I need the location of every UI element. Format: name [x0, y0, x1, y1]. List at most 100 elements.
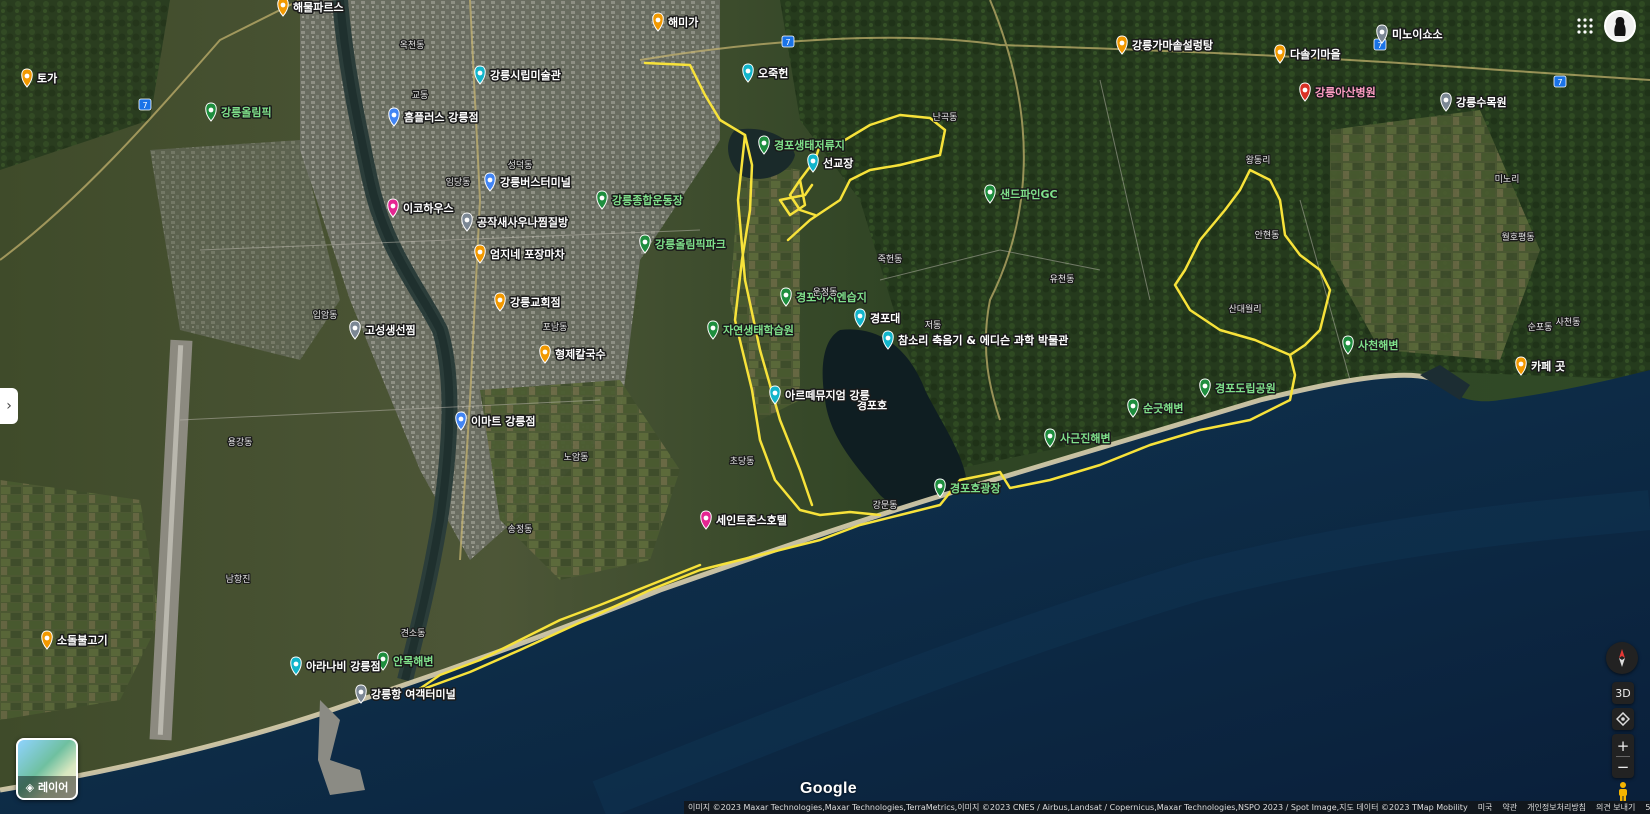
- district-label: 죽헌동: [878, 254, 903, 265]
- my-location-button[interactable]: [1612, 708, 1634, 730]
- district-label: 노암동: [564, 451, 589, 463]
- pin-center-dot: [937, 483, 943, 489]
- pin-center-dot: [987, 189, 993, 195]
- 3d-toggle-button[interactable]: 3D: [1612, 682, 1634, 704]
- pin-center-dot: [542, 349, 548, 355]
- district-label: 순포동: [1528, 322, 1553, 333]
- poi-label: 안목해변: [393, 654, 433, 668]
- apps-grid-icon[interactable]: [1574, 15, 1596, 37]
- poi-label: 엄지네 포장마차: [490, 247, 566, 261]
- poi-label: 경포호광장: [950, 481, 1001, 495]
- layer-button[interactable]: ◈ 레이어: [16, 738, 78, 800]
- terms-link[interactable]: 약관: [1502, 802, 1517, 813]
- map-poi[interactable]: 선교장: [807, 153, 855, 173]
- pin-center-dot: [477, 249, 483, 255]
- pin-center-dot: [599, 195, 605, 201]
- street-view-pegman[interactable]: [1612, 780, 1634, 802]
- pin-center-dot: [655, 17, 661, 23]
- district-label: 유천동: [1050, 274, 1075, 285]
- district-label: 견소동: [401, 627, 426, 639]
- locate-icon: [1616, 712, 1630, 726]
- scale-label: 500m: [1645, 803, 1650, 812]
- district-label: 용강동: [228, 437, 253, 448]
- zoom-out-button[interactable]: −: [1617, 757, 1630, 777]
- poi-label: 강릉올림픽파크: [655, 237, 726, 251]
- poi-label: 카페 곳: [1531, 359, 1565, 373]
- imagery-attribution: 이미지 ©2023 Maxar Technologies,Maxar Techn…: [688, 803, 1468, 812]
- poi-label: 오죽헌: [758, 66, 788, 80]
- poi-label: 해물파르스: [293, 0, 344, 14]
- map-poi[interactable]: 토가: [21, 68, 59, 88]
- poi-label: 해미가: [668, 15, 698, 29]
- pin-center-dot: [280, 2, 286, 8]
- pin-center-dot: [710, 325, 716, 331]
- district-label: 산대월리: [1228, 303, 1261, 315]
- poi-label: 이마트 강릉점: [471, 414, 536, 428]
- pin-center-dot: [352, 325, 358, 331]
- pin-center-dot: [761, 140, 767, 146]
- pin-center-dot: [810, 158, 816, 164]
- poi-label: 아르떼뮤지엄 강릉: [785, 388, 870, 402]
- pin-center-dot: [1302, 87, 1308, 93]
- district-label: 임당동: [446, 176, 471, 188]
- satellite-map[interactable]: 7 777 해물파르스해미가강릉시립미술관 오죽헌강릉가마솥설렁탕미노이쇼소다솔기마…: [0, 0, 1650, 814]
- poi-label: 사근진해변: [1060, 431, 1111, 445]
- map-poi[interactable]: 해미가: [652, 12, 700, 32]
- pin-center-dot: [1202, 383, 1208, 389]
- district-label: 입암동: [313, 309, 338, 321]
- poi-label: 고성생선찜: [365, 323, 416, 337]
- pin-center-dot: [24, 73, 30, 79]
- poi-label: 선교장: [823, 156, 853, 170]
- map-poi[interactable]: 경포대: [854, 308, 902, 328]
- pin-center-dot: [458, 416, 464, 422]
- pin-center-dot: [497, 297, 503, 303]
- feedback-link[interactable]: 의견 보내기: [1596, 802, 1635, 813]
- map-poi[interactable]: 공작새사우나찜질방: [461, 212, 570, 232]
- poi-label: 공작새사우나찜질방: [477, 215, 568, 229]
- route-shield-icon: 7: [781, 35, 795, 48]
- poi-label: 소돌불고기: [57, 633, 108, 647]
- pin-center-dot: [857, 313, 863, 319]
- route-number: 7: [142, 101, 147, 110]
- map-poi[interactable]: 카페 곳: [1515, 356, 1567, 376]
- district-label: 옥천동: [400, 40, 425, 51]
- google-logo: Google: [800, 780, 857, 797]
- map-poi[interactable]: 오죽헌: [742, 63, 790, 83]
- poi-label: 강릉교회점: [510, 295, 561, 309]
- pin-center-dot: [1130, 403, 1136, 409]
- poi-label: 강릉올림픽: [221, 105, 272, 119]
- compass-button[interactable]: [1606, 642, 1638, 674]
- map-poi[interactable]: 참소리 축음기 & 에디슨 과학 박물관: [882, 330, 1070, 350]
- attribution-bar: 이미지 ©2023 Maxar Technologies,Maxar Techn…: [684, 801, 1650, 814]
- poi-label: 강릉종합운동장: [612, 193, 683, 207]
- poi-label: 토가: [37, 71, 57, 85]
- district-label: 성덕동: [508, 160, 533, 171]
- district-label: 강문동: [873, 500, 898, 511]
- privacy-link[interactable]: 개인정보처리방침: [1527, 802, 1586, 813]
- poi-label: 사천해변: [1358, 338, 1398, 352]
- layer-button-label: 레이어: [38, 781, 69, 794]
- route-shield-icon: 7: [1553, 75, 1567, 88]
- route-number: 7: [1557, 78, 1562, 87]
- poi-label: 세인트존스호텔: [716, 513, 787, 527]
- poi-label: 경포도립공원: [1215, 381, 1276, 395]
- country-link[interactable]: 미국: [1478, 802, 1493, 813]
- route-number: 7: [785, 38, 790, 47]
- pin-center-dot: [1277, 49, 1283, 55]
- pin-center-dot: [464, 217, 470, 223]
- poi-label: 강릉버스터미널: [500, 175, 571, 189]
- poi-label: 미노이쇼소: [1392, 27, 1443, 41]
- map-poi[interactable]: 강릉가마솥설렁탕: [1116, 35, 1214, 55]
- poi-label: 홈플러스 강릉점: [404, 110, 479, 124]
- pin-center-dot: [1119, 40, 1125, 46]
- map-poi[interactable]: 아르떼뮤지엄 강릉: [769, 385, 871, 405]
- map-poi[interactable]: 강릉항 여객터미널: [355, 684, 457, 704]
- side-panel-toggle[interactable]: ›: [0, 388, 18, 424]
- pin-center-dot: [642, 239, 648, 245]
- district-label: 안현동: [1255, 230, 1280, 241]
- zoom-in-button[interactable]: +: [1617, 736, 1630, 756]
- poi-label: 참소리 축음기 & 에디슨 과학 박물관: [898, 333, 1068, 347]
- pin-center-dot: [487, 177, 493, 183]
- account-avatar[interactable]: [1604, 10, 1636, 42]
- poi-label: 강릉수목원: [1456, 95, 1507, 109]
